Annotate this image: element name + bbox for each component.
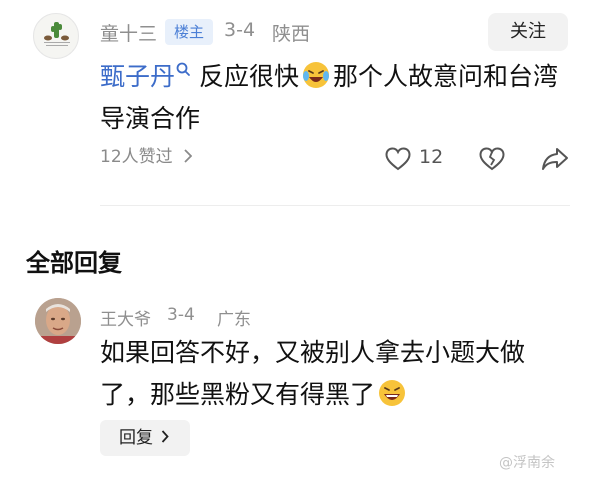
op-comment: 甄子丹 反应很快 那个人故意问和台湾导演合作 xyxy=(100,56,580,140)
share-icon[interactable] xyxy=(541,146,569,172)
likers-text: 12人赞过 xyxy=(100,147,173,167)
op-location: 陕西 xyxy=(272,23,311,45)
chevron-right-icon xyxy=(184,149,192,163)
reply-date: 3-4 xyxy=(167,305,195,325)
reply-button[interactable]: 回复 xyxy=(100,420,190,456)
reply-avatar[interactable] xyxy=(35,298,81,344)
op-author-name[interactable]: 童十三 xyxy=(100,19,157,46)
reply-button-label: 回复 xyxy=(119,428,153,448)
op-badge: 楼主 xyxy=(165,19,214,45)
op-avatar[interactable] xyxy=(33,13,79,59)
watermark: @浮南余 xyxy=(499,455,555,471)
grinning-emoji-icon xyxy=(379,380,406,406)
broken-heart-icon[interactable] xyxy=(479,147,505,171)
like-count: 12 xyxy=(419,146,444,168)
heart-icon[interactable] xyxy=(385,147,411,171)
op-date: 3-4 xyxy=(224,19,256,41)
op-comment-text-1: 反应很快 xyxy=(199,62,300,91)
replies-section-title: 全部回复 xyxy=(26,249,122,277)
search-icon xyxy=(176,62,190,76)
reply-author-name[interactable]: 王大爷 xyxy=(100,305,151,330)
reply-comment: 如果回答不好，又被别人拿去小题大做了，那些黑粉又有得黑了 xyxy=(100,332,570,416)
reply-comment-text: 如果回答不好，又被别人拿去小题大做了，那些黑粉又有得黑了 xyxy=(100,338,526,409)
chevron-right-icon xyxy=(161,430,169,443)
reply-location: 广东 xyxy=(217,310,251,330)
divider xyxy=(100,205,570,206)
likers-summary[interactable]: 12人赞过 xyxy=(100,144,192,170)
laughing-crying-emoji-icon xyxy=(303,62,330,88)
follow-button[interactable]: 关注 xyxy=(488,13,568,51)
mention-link[interactable]: 甄子丹 xyxy=(100,62,175,91)
